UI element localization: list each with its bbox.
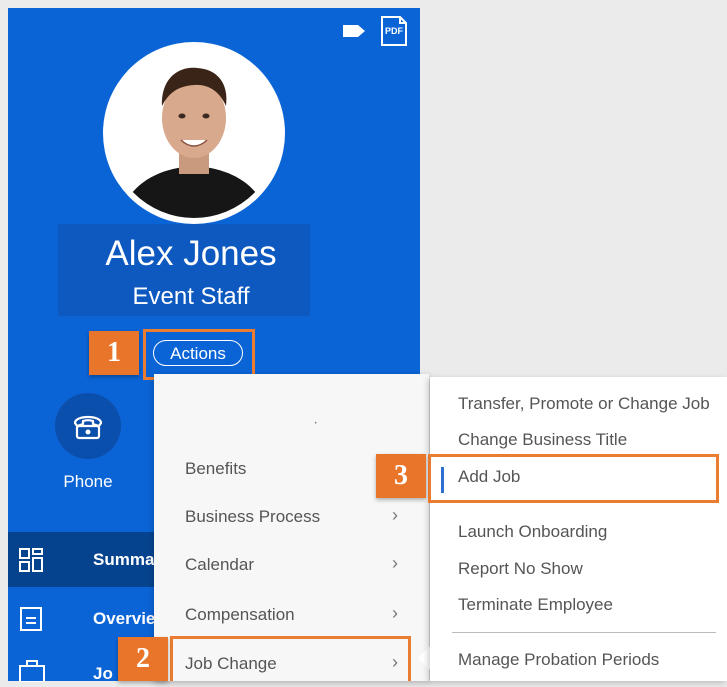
pdf-icon[interactable]: PDF xyxy=(380,16,408,46)
menu-dot: · xyxy=(313,414,319,431)
step-badge-1: 1 xyxy=(89,331,139,375)
pdf-label: PDF xyxy=(385,26,403,36)
nav-label-job[interactable]: Jo xyxy=(93,664,113,684)
submenu-divider xyxy=(452,632,716,633)
actions-menu: · Benefits Business Process › Calendar ›… xyxy=(154,374,429,681)
menu-item-calendar[interactable]: Calendar xyxy=(185,555,254,575)
nav-label-overview[interactable]: Overvie xyxy=(93,609,155,629)
worker-name: Alex Jones xyxy=(105,234,277,273)
chevron-right-icon: › xyxy=(392,603,398,623)
menu-item-compensation[interactable]: Compensation xyxy=(185,605,295,625)
menu-item-business-process[interactable]: Business Process xyxy=(185,507,320,527)
phone-button[interactable] xyxy=(55,393,121,459)
chevron-right-icon: › xyxy=(392,553,398,573)
chevron-right-icon: › xyxy=(392,505,398,525)
callout-box-2 xyxy=(170,636,411,681)
menu-item-benefits[interactable]: Benefits xyxy=(185,459,246,479)
avatar xyxy=(103,42,285,224)
briefcase-icon xyxy=(18,660,46,687)
callout-box-3 xyxy=(428,454,719,503)
tag-icon[interactable] xyxy=(342,24,366,38)
submenu-item-terminate-employee[interactable]: Terminate Employee xyxy=(458,595,613,615)
submenu-item-launch-onboarding[interactable]: Launch Onboarding xyxy=(458,522,607,542)
document-icon xyxy=(19,606,43,637)
submenu-item-change-business-title[interactable]: Change Business Title xyxy=(458,430,627,450)
grid-icon xyxy=(18,547,44,578)
job-change-submenu: Transfer, Promote or Change Job Change B… xyxy=(430,377,727,681)
submenu-item-report-no-show[interactable]: Report No Show xyxy=(458,559,583,579)
submenu-item-manage-probation[interactable]: Manage Probation Periods xyxy=(458,650,659,670)
phone-label: Phone xyxy=(63,472,113,491)
nav-label-summary: Summa xyxy=(93,550,155,569)
submenu-item-transfer-promote[interactable]: Transfer, Promote or Change Job xyxy=(458,394,710,414)
submenu-pointer xyxy=(418,646,430,670)
person-photo xyxy=(109,48,279,218)
step-badge-2: 2 xyxy=(118,637,168,681)
step-badge-3: 3 xyxy=(376,454,426,498)
worker-title: Event Staff xyxy=(132,283,250,310)
actions-button[interactable]: Actions xyxy=(153,340,243,366)
phone-icon xyxy=(73,415,103,440)
